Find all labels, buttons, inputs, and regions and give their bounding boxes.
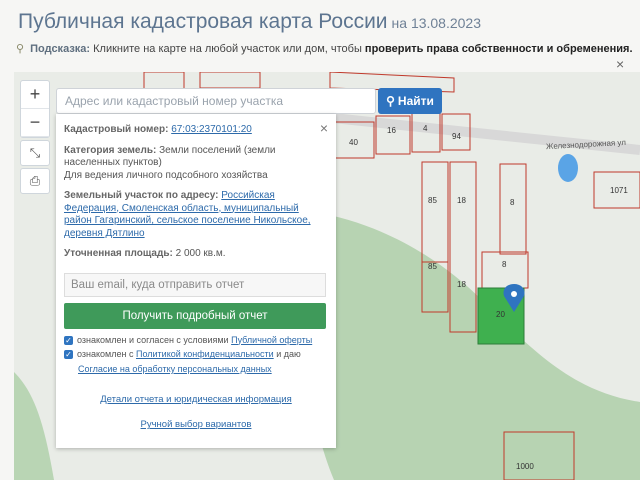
plot-left-2: [199, 72, 261, 89]
offer-link[interactable]: Публичной оферты: [231, 335, 312, 345]
plot-label: 16: [387, 126, 396, 135]
hint-label: Подсказка:: [30, 43, 91, 55]
plot-label: 20: [496, 310, 505, 319]
plot-8: [499, 163, 527, 255]
forest-area: [310, 212, 640, 480]
cadastral-row: Кадастровый номер: 67:03:2370101:20: [64, 124, 328, 137]
consent-link[interactable]: Согласие на обработку персональных данны…: [78, 364, 328, 374]
privacy-link[interactable]: Политикой конфиденциальности: [136, 349, 274, 359]
search-icon: ⚲: [386, 94, 395, 108]
forest-area-left: [14, 372, 54, 480]
hint-bar: ⚲ Подсказка: Кликните на карте на любой …: [16, 42, 633, 55]
page-title-text: Публичная кадастровая карта России: [18, 10, 388, 33]
area-label: Уточненная площадь:: [64, 248, 173, 259]
fullscreen-icon[interactable]: ⤡: [20, 140, 50, 166]
hint-strong: проверить права собственности и обремене…: [364, 43, 633, 55]
offer-text: ознакомлен и согласен с условиями: [77, 334, 229, 345]
cadastral-label: Кадастровый номер:: [64, 124, 169, 135]
category-row: Категория земель: Земли поселений (земли…: [64, 145, 328, 183]
hint-close-icon[interactable]: ×: [616, 56, 624, 72]
cadastral-link[interactable]: 67:03:2370101:20: [171, 124, 252, 135]
search-button[interactable]: ⚲ Найти: [378, 88, 442, 114]
pond: [558, 154, 578, 182]
privacy-text: ознакомлен с: [77, 349, 134, 360]
print-icon[interactable]: ⎙: [20, 168, 50, 194]
address-row: Земельный участок по адресу: Российская …: [64, 190, 328, 240]
privacy-consent-row: ✓ ознакомлен с Политикой конфиденциально…: [64, 349, 328, 360]
privacy-tail: и даю: [276, 349, 301, 360]
plot-label: 18: [457, 280, 466, 289]
plot-label: 8: [502, 260, 507, 269]
area-value: 2 000 кв.м.: [175, 248, 226, 259]
search-button-label: Найти: [397, 94, 434, 108]
page-title: Публичная кадастровая карта России на 13.…: [18, 10, 481, 34]
zoom-out-button[interactable]: −: [21, 109, 49, 137]
plot-label: 40: [349, 138, 358, 147]
plot-label: 1071: [610, 186, 628, 195]
address-label: Земельный участок по адресу:: [64, 190, 219, 201]
plot-label: 8: [510, 198, 515, 207]
details-link[interactable]: Детали отчета и юридическая информация: [64, 394, 328, 405]
close-icon[interactable]: ×: [320, 120, 328, 136]
offer-checkbox[interactable]: ✓: [64, 335, 73, 345]
zoom-control: + −: [20, 80, 50, 138]
plot-8-lower: [481, 251, 529, 289]
manual-selection-link[interactable]: Ручной выбор вариантов: [64, 419, 328, 430]
email-field[interactable]: [64, 272, 326, 297]
plot-label: 1000: [516, 462, 534, 471]
area-row: Уточненная площадь: 2 000 кв.м.: [64, 248, 328, 261]
plot-85-top: [421, 161, 449, 263]
hint-text: Кликните на карте на любой участок или д…: [93, 43, 362, 55]
usage-value: Для ведения личного подсобного хозяйства: [64, 169, 268, 181]
lightbulb-icon: ⚲: [16, 43, 25, 55]
page-date: на 13.08.2023: [391, 15, 482, 31]
plot-label: 18: [457, 196, 466, 205]
zoom-in-button[interactable]: +: [21, 81, 49, 109]
get-report-button[interactable]: Получить подробный отчет: [64, 302, 326, 329]
privacy-checkbox[interactable]: ✓: [64, 350, 73, 360]
plot-info-panel: × Кадастровый номер: 67:03:2370101:20 Ка…: [56, 114, 336, 448]
plot-label: 4: [423, 124, 428, 133]
plot-label: 85: [428, 196, 437, 205]
plot-label: 94: [452, 132, 461, 141]
search-input[interactable]: [56, 88, 376, 114]
plot-label: 85: [428, 262, 437, 271]
offer-consent-row: ✓ ознакомлен и согласен с условиями Публ…: [64, 335, 328, 346]
category-label: Категория земель:: [64, 144, 157, 156]
